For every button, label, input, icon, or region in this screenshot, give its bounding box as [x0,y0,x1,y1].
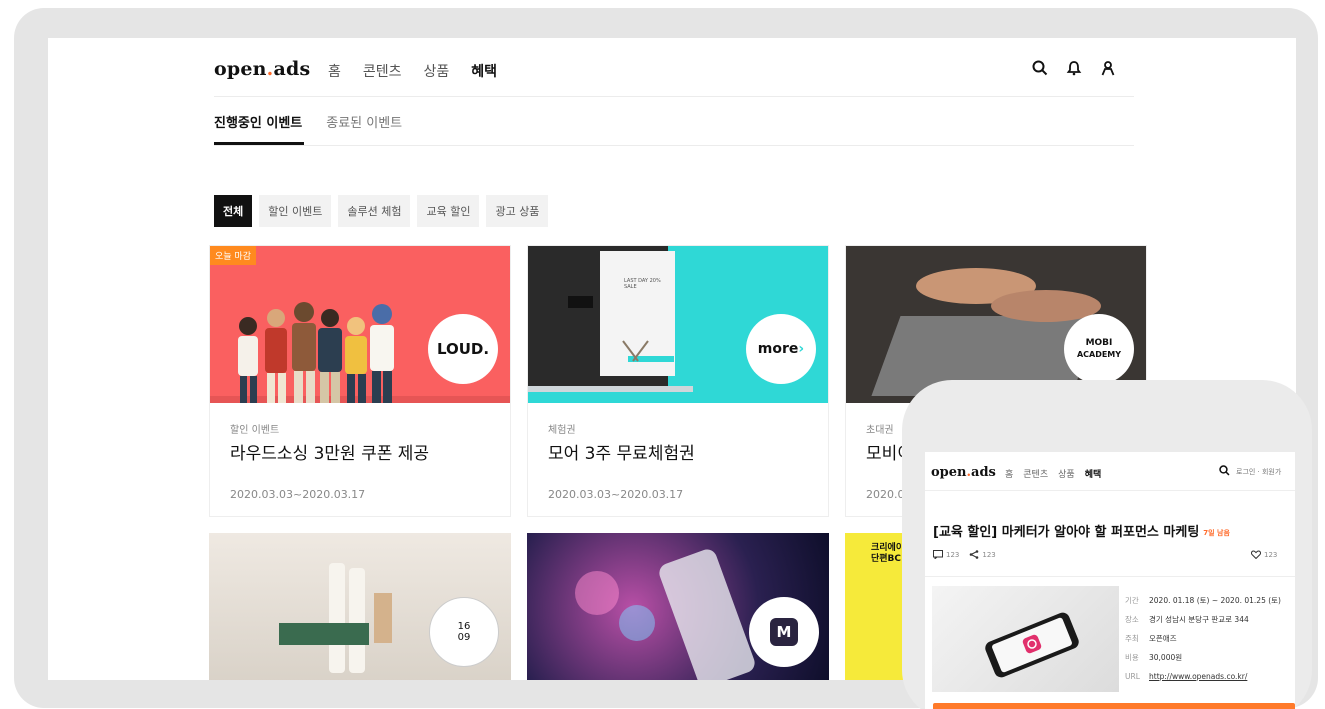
mobile-nav-home[interactable]: 홈 [1005,467,1013,480]
apply-button[interactable] [933,703,1295,709]
mobile-nav-benefits[interactable]: 혜택 [1085,467,1102,480]
event-card-loud[interactable]: 오늘 마감 LOUD. 할인 이벤트 라우드소싱 3만원 쿠폰 제공 2020.… [209,245,511,517]
heart-icon [1251,550,1261,559]
event-detail-info: 기간 2020. 01.18 (토) ~ 2020. 01.25 (토) 장소 경기… [1125,591,1281,686]
event-date: 2020.03.03~2020.03.17 [548,488,684,501]
promo-mock-text: LAST DAY 20% SALE [624,278,661,290]
mobile-nav-contents[interactable]: 콘텐츠 [1023,467,1048,480]
event-title[interactable]: 라우드소싱 3만원 쿠폰 제공 [230,439,429,464]
info-period: 기간 2020. 01.18 (토) ~ 2020. 01.25 (토) [1125,596,1281,605]
event-detail-meta: 123 123 [933,550,996,559]
event-tabs: 진행중인 이벤트 종료된 이벤트 [214,112,402,145]
share-count[interactable]: 123 [969,550,996,559]
event-url-link[interactable]: http://www.openads.co.kr/ [1149,672,1247,681]
site-logo[interactable]: open.ads [214,58,310,80]
nav-item-benefits[interactable]: 혜택 [471,61,497,81]
event-detail-image [932,586,1119,692]
more-logo: more › [746,314,816,384]
info-place: 장소 경기 성남시 분당구 판교로 344 [1125,615,1249,624]
filter-all[interactable]: 전체 [214,195,253,227]
login-signup-link[interactable]: 로그인 · 회원가 [1236,467,1281,477]
filter-solution-trial[interactable]: 솔루션 체험 [338,195,411,227]
event-card-bottom-1[interactable]: 16 09 [209,533,511,680]
event-card-bottom-2[interactable]: M [527,533,829,680]
brand-logo-1609: 16 09 [429,597,499,667]
event-card-more[interactable]: LAST DAY 20% SALE more › 체험권 모어 3주 무료체험권 … [527,245,829,517]
filter-ad-products[interactable]: 광고 상품 [486,195,549,227]
info-url: URL http://www.openads.co.kr/ [1125,672,1248,681]
event-image: 16 09 [209,533,511,680]
mobile-logo[interactable]: open.ads [931,465,996,480]
mobile-screen: open.ads 홈 콘텐츠 상품 혜택 로그인 · 회원가 [교육 할인] 마… [925,452,1295,709]
user-icon[interactable] [1100,60,1116,76]
event-date: 2020.03.03~2020.03.17 [230,488,366,501]
comment-icon [933,550,943,559]
mobile-header-divider [925,490,1295,491]
tabs-divider [214,145,1134,146]
detail-divider [925,576,1295,577]
days-left-badge: 7일 남음 [1203,528,1230,537]
book-cover-text: 크리에이 단편BC [871,543,905,564]
main-nav: 홈 콘텐츠 상품 혜택 [328,61,497,81]
mobile-nav-products[interactable]: 상품 [1058,467,1075,480]
tab-ended-events[interactable]: 종료된 이벤트 [326,112,402,131]
event-image: 오늘 마감 LOUD. [210,246,510,403]
info-host: 주최 오픈애즈 [1125,634,1177,643]
event-image: M [527,533,829,680]
loud-logo: LOUD. [428,314,498,384]
nav-item-contents[interactable]: 콘텐츠 [363,61,402,81]
event-detail-title: [교육 할인] 마케터가 알아야 할 퍼포먼스 마케팅 7일 남음 [933,525,1230,540]
filter-discount[interactable]: 할인 이벤트 [259,195,332,227]
event-category: 초대권 [866,425,894,436]
mobi-academy-logo: MOBI ACADEMY [1064,314,1134,384]
mobile-nav: 홈 콘텐츠 상품 혜택 [1005,467,1101,480]
header-divider [214,96,1134,97]
event-category: 체험권 [548,425,576,436]
tab-ongoing-events[interactable]: 진행중인 이벤트 [214,112,305,145]
comment-count[interactable]: 123 [933,550,959,559]
search-icon[interactable] [1219,465,1230,478]
mobile-header-right: 로그인 · 회원가 [1219,465,1281,478]
like-count[interactable]: 123 [1251,550,1277,559]
filter-education[interactable]: 교육 할인 [417,195,480,227]
bell-icon[interactable] [1066,60,1082,76]
event-title[interactable]: 모어 3주 무료체험권 [548,439,695,464]
nav-item-products[interactable]: 상품 [424,61,450,81]
event-category: 할인 이벤트 [230,425,280,436]
m-app-logo: M [749,597,819,667]
nav-item-home[interactable]: 홈 [328,61,341,81]
today-deadline-badge: 오늘 마감 [210,246,256,265]
header-icons [1032,60,1116,76]
share-icon [970,550,979,559]
search-icon[interactable] [1032,60,1048,76]
filter-chips: 전체 할인 이벤트 솔루션 체험 교육 할인 광고 상품 [214,195,549,227]
info-cost: 비용 30,000원 [1125,653,1183,662]
event-image: LAST DAY 20% SALE more › [528,246,828,403]
